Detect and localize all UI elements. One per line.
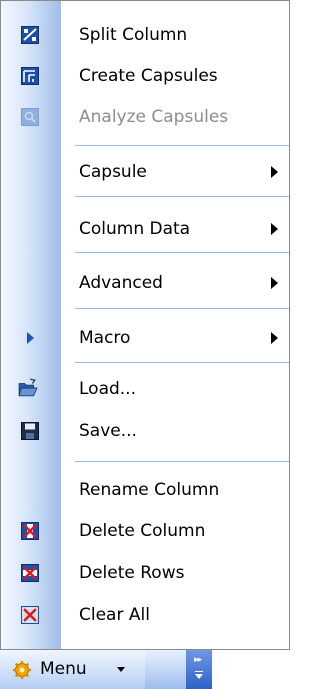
open-folder-icon [18, 378, 38, 397]
toolbar-overflow-button[interactable]: ▸▸ [186, 650, 212, 689]
menu-separator [75, 362, 289, 364]
submenu-arrow-icon [271, 332, 278, 344]
menu-item-delete-column[interactable]: Delete Column [1, 511, 289, 551]
menu-item-label: Load... [79, 379, 136, 399]
split-column-icon [21, 26, 39, 44]
chevron-down-icon [117, 667, 125, 672]
menu-item-label: Delete Column [79, 521, 206, 541]
menu-item-split-column[interactable]: Split Column [1, 15, 289, 55]
menu-separator [75, 252, 289, 254]
menu-item-rename-column[interactable]: Rename Column [1, 470, 289, 510]
clear-all-icon [21, 606, 39, 624]
overflow-bar-icon [195, 671, 203, 672]
gear-icon [13, 661, 31, 679]
menu-item-label: Split Column [79, 25, 188, 45]
context-menu: Split Column Create Capsules Analyze Cap… [0, 0, 290, 650]
menu-button[interactable]: Menu [0, 650, 145, 689]
play-arrow-icon [27, 332, 34, 344]
submenu-arrow-icon [271, 166, 278, 178]
chevron-down-icon [195, 674, 203, 679]
menu-separator [75, 145, 289, 147]
bottom-toolbar: Menu ▸▸ [0, 650, 212, 689]
menu-item-load[interactable]: Load... [1, 369, 289, 409]
menu-item-label: Column Data [79, 219, 191, 239]
menu-item-label: Save... [79, 421, 137, 441]
menu-separator [75, 196, 289, 198]
menu-item-label: Delete Rows [79, 563, 185, 583]
menu-item-advanced[interactable]: Advanced [1, 263, 289, 303]
menu-item-label: Create Capsules [79, 66, 218, 86]
menu-item-macro[interactable]: Macro [1, 318, 289, 358]
analyze-capsules-icon [21, 108, 39, 126]
menu-item-create-capsules[interactable]: Create Capsules [1, 56, 289, 96]
menu-separator [75, 461, 289, 463]
menu-button-label: Menu [40, 659, 87, 679]
menu-item-label: Macro [79, 328, 131, 348]
create-capsules-icon [21, 67, 39, 85]
menu-item-capsule[interactable]: Capsule [1, 152, 289, 192]
chevron-overflow-icon: ▸▸ [194, 655, 202, 665]
menu-item-analyze-capsules[interactable]: Analyze Capsules [1, 97, 289, 137]
menu-item-label: Advanced [79, 273, 163, 293]
menu-item-clear-all[interactable]: Clear All [1, 595, 289, 635]
menu-item-label: Capsule [79, 162, 147, 182]
menu-separator [75, 308, 289, 310]
menu-item-label: Clear All [79, 605, 150, 625]
delete-column-icon [21, 522, 39, 540]
submenu-arrow-icon [271, 277, 278, 289]
submenu-arrow-icon [271, 223, 278, 235]
menu-item-column-data[interactable]: Column Data [1, 209, 289, 249]
menu-item-save[interactable]: Save... [1, 411, 289, 451]
menu-item-label: Analyze Capsules [79, 107, 229, 127]
menu-item-delete-rows[interactable]: Delete Rows [1, 553, 289, 593]
floppy-disk-icon [21, 422, 39, 440]
menu-item-label: Rename Column [79, 480, 220, 500]
delete-rows-icon [21, 564, 39, 582]
